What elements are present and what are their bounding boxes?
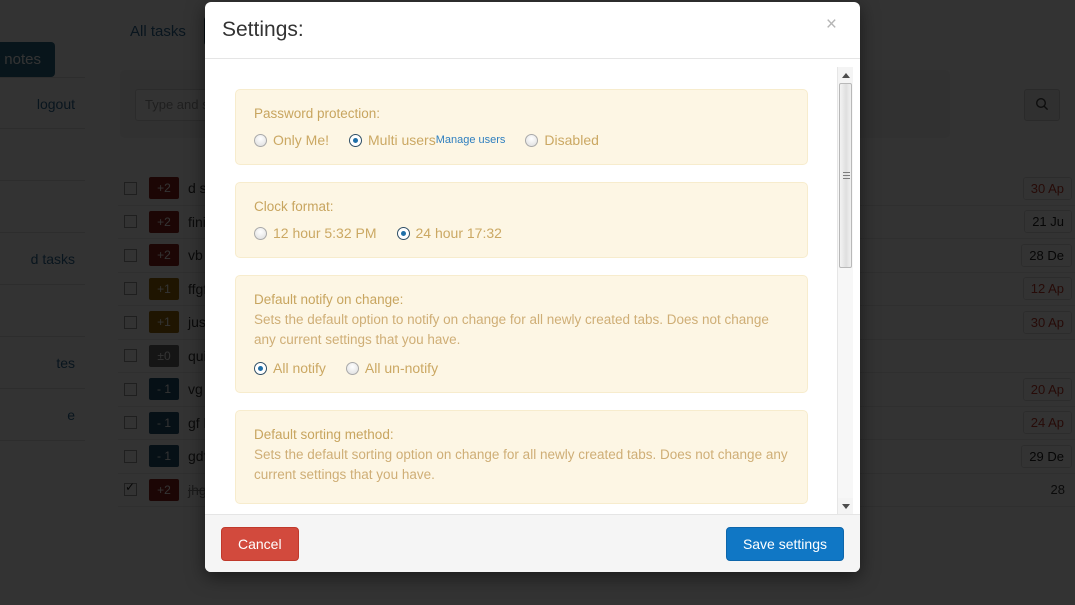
radio-label: 24 hour 17:32 [415, 225, 502, 241]
settings-panel-default-sorting-method: Default sorting method: Sets the default … [235, 410, 808, 505]
settings-sections: Password protection: Only Me! Multi users M… [235, 89, 830, 514]
panel-description: Sets the default option to notify on cha… [254, 312, 769, 347]
cancel-button[interactable]: Cancel [221, 526, 299, 561]
modal-header: Settings: × [205, 2, 860, 59]
radio-icon[interactable] [254, 133, 267, 147]
radio-option[interactable]: All notify [254, 360, 326, 376]
modal-footer: Cancel Save settings [205, 514, 860, 572]
settings-panel-clock-format: Clock format: 12 hour 5:32 PM 24 hour 17:3… [235, 182, 808, 258]
scrollbar-thumb[interactable] [839, 83, 852, 268]
radio-icon[interactable] [396, 226, 410, 240]
scrollbar[interactable] [837, 67, 853, 514]
manage-users-link[interactable]: Manage users [436, 134, 506, 146]
radio-group: Only Me! Multi users Manage users Disabled [254, 132, 789, 148]
page-title: Settings: [222, 18, 304, 41]
scrollbar-track[interactable] [838, 83, 853, 498]
radio-icon[interactable] [345, 361, 359, 375]
chevron-up-icon[interactable] [838, 67, 853, 83]
radio-option[interactable]: Disabled [525, 132, 599, 148]
radio-label: Disabled [544, 132, 599, 148]
chevron-down-icon[interactable] [838, 498, 853, 514]
radio-label: Only Me! [273, 132, 330, 148]
radio-icon[interactable] [525, 133, 539, 147]
panel-label: Password protection: [254, 106, 381, 121]
radio-label: All un-notify [364, 360, 439, 377]
radio-group: All notify All un-notify [254, 360, 789, 376]
settings-modal: Settings: × Password protection: Only Me!… [205, 2, 860, 572]
panel-label: Clock format: [254, 199, 334, 214]
radio-option[interactable]: Multi users Manage users [349, 132, 505, 148]
radio-label: Multi users [368, 132, 436, 148]
settings-panel-default-notify-on-change: Default notify on change: Sets the defaul… [235, 275, 808, 394]
close-icon[interactable]: × [820, 14, 843, 35]
radio-option[interactable]: 12 hour 5:32 PM [254, 225, 377, 241]
scrollbar-grip-icon [843, 171, 850, 180]
radio-label: All notify [273, 360, 326, 377]
panel-label: Default sorting method: [254, 427, 394, 443]
radio-icon[interactable] [254, 361, 267, 375]
settings-panel-password-protection: Password protection: Only Me! Multi users M… [235, 89, 808, 165]
radio-group: 12 hour 5:32 PM 24 hour 17:32 [254, 225, 789, 241]
radio-label: 12 hour 5:32 PM [273, 225, 377, 241]
radio-icon[interactable] [254, 226, 267, 240]
radio-option[interactable]: All un-notify [345, 360, 439, 377]
panel-label: Default notify on change: [254, 292, 404, 307]
panel-description: Sets the default sorting option on chang… [254, 447, 788, 482]
radio-option[interactable]: 24 hour 17:32 [396, 225, 502, 241]
radio-option[interactable]: Only Me! [254, 132, 329, 148]
save-settings-button[interactable]: Save settings [725, 526, 844, 561]
modal-body: Password protection: Only Me! Multi users M… [205, 59, 860, 514]
radio-icon[interactable] [349, 133, 363, 147]
